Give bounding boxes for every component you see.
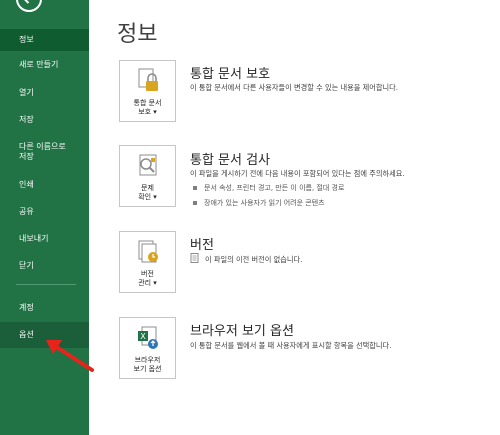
lock-icon [138,68,158,91]
bullet-marker [193,201,197,205]
versions-icon [138,240,158,263]
sidebar-item-export[interactable]: 내보내기 [0,234,89,244]
sidebar-item-account[interactable]: 계정 [0,303,89,313]
inspect-workbook-description: 이 파일을 게시하기 전에 다음 내용이 포함되어 있다는 점에 주의하세요. [190,169,405,178]
browser-view-options-button[interactable]: X 브라우저 보기 옵션 [119,317,176,379]
check-for-issues-button[interactable]: 문제 확인 ▾ [119,145,176,207]
sidebar-item-print[interactable]: 인쇄 [0,180,89,190]
sidebar-item-share[interactable]: 공유 [0,207,89,217]
sidebar-divider [16,284,76,285]
sidebar-item-close[interactable]: 닫기 [0,261,89,271]
inspect-workbook-title: 통합 문서 검사 [190,153,271,168]
annotation-arrow [46,340,94,372]
svg-text:X: X [140,332,146,341]
sidebar-item-save[interactable]: 저장 [0,115,89,125]
manage-versions-label: 버전 관리 ▾ [138,270,157,287]
page-title: 정보 [117,22,158,47]
check-for-issues-label: 문제 확인 ▾ [138,184,157,201]
sidebar-item-open[interactable]: 열기 [0,88,89,98]
back-button[interactable] [16,0,42,12]
protect-workbook-button[interactable]: 통합 문서 보호 ▾ [119,60,176,122]
version-file-icon [190,253,199,263]
protect-workbook-label: 통합 문서 보호 ▾ [133,99,162,116]
manage-versions-button[interactable]: 버전 관리 ▾ [119,231,176,293]
back-arrow-icon [24,0,34,4]
protect-workbook-description: 이 통합 문서에서 다른 사용자들이 변경할 수 있는 내용을 제어합니다. [190,83,398,92]
sidebar-item-info[interactable]: 정보 [0,29,89,51]
protect-workbook-title: 통합 문서 보호 [190,67,271,82]
inspect-bullet-properties: 문서 속성, 프린터 경고, 만든 이 이름, 절대 경로 [193,183,344,193]
inspect-bullet-accessibility-text: 장애가 있는 사용자가 읽기 어려운 콘텐츠 [204,199,325,207]
sidebar-item-new[interactable]: 새로 만들기 [0,60,89,70]
versions-description: 이 파일의 이전 버전이 없습니다. [205,255,303,264]
browser-view-title: 브라우저 보기 옵션 [190,324,294,339]
inspect-bullet-accessibility: 장애가 있는 사용자가 읽기 어려운 콘텐츠 [193,198,325,208]
sidebar-item-save-as[interactable]: 다른 이름으로 저장 [0,142,89,162]
inspect-document-icon [139,154,157,176]
bullet-marker [193,186,197,190]
browser-view-options-label: 브라우저 보기 옵션 [133,356,162,373]
browser-view-icon: X [138,326,158,349]
browser-view-description: 이 통합 문서를 웹에서 볼 때 사용자에게 표시할 항목을 선택합니다. [190,341,392,350]
inspect-bullet-properties-text: 문서 속성, 프린터 경고, 만든 이 이름, 절대 경로 [204,184,345,192]
versions-title: 버전 [190,238,214,253]
